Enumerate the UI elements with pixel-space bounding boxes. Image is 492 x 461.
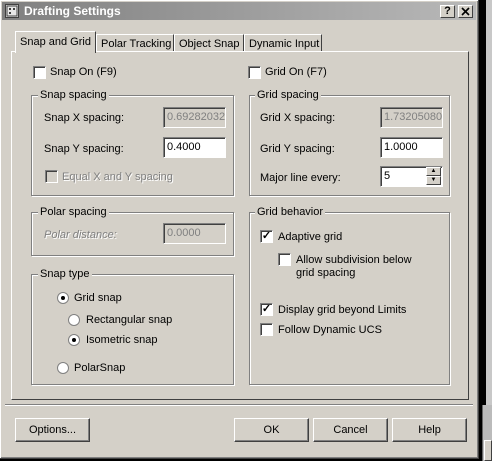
button-separator: [5, 404, 473, 406]
snap-on-label[interactable]: Snap On (F9): [50, 66, 117, 78]
tab-snap-and-grid[interactable]: Snap and Grid: [15, 31, 96, 53]
ok-button[interactable]: OK: [234, 418, 309, 442]
snap-on-checkbox[interactable]: [33, 66, 46, 79]
follow-dynamic-ucs-checkbox[interactable]: [260, 323, 273, 336]
grid-x-field[interactable]: 1.73205080: [380, 107, 443, 128]
dialog-title: Drafting Settings: [24, 4, 121, 18]
snap-spacing-legend: Snap spacing: [38, 89, 109, 101]
drafting-settings-dialog: Drafting Settings ? Snap and Grid Polar …: [0, 0, 479, 459]
rectangular-snap-label[interactable]: Rectangular snap: [86, 314, 172, 326]
snap-x-label: Snap X spacing:: [44, 112, 125, 124]
grid-spacing-legend: Grid spacing: [255, 89, 321, 101]
grid-snap-label[interactable]: Grid snap: [74, 292, 122, 304]
adaptive-grid-label[interactable]: Adaptive grid: [278, 231, 342, 243]
major-line-label: Major line every:: [260, 172, 341, 184]
spin-up-icon[interactable]: ▲: [426, 167, 441, 176]
tab-polar-tracking[interactable]: Polar Tracking: [96, 34, 174, 52]
window-backdrop: [478, 0, 486, 461]
equal-xy-checkbox[interactable]: [45, 170, 58, 183]
polar-distance-label: Polar distance:: [44, 229, 117, 241]
grid-x-label: Grid X spacing:: [260, 112, 336, 124]
isometric-snap-label[interactable]: Isometric snap: [86, 334, 158, 346]
close-icon: [461, 7, 470, 16]
title-bar[interactable]: Drafting Settings ?: [2, 2, 476, 20]
spin-down-icon[interactable]: ▼: [426, 176, 441, 185]
polarsnap-radio[interactable]: [57, 362, 69, 374]
allow-subdivision-checkbox[interactable]: [278, 253, 291, 266]
follow-dynamic-ucs-label[interactable]: Follow Dynamic UCS: [278, 324, 382, 336]
background-window-edge: [486, 0, 492, 461]
adaptive-grid-checkbox[interactable]: ✓: [260, 230, 273, 243]
background-scrollbar-thumb[interactable]: [484, 440, 492, 461]
help-title-button[interactable]: ?: [440, 5, 455, 18]
allow-subdivision-label-line2[interactable]: grid spacing: [296, 267, 355, 279]
grid-on-label[interactable]: Grid On (F7): [265, 66, 327, 78]
display-beyond-limits-label[interactable]: Display grid beyond Limits: [278, 304, 406, 316]
major-line-spinner[interactable]: ▲ ▼: [426, 167, 441, 186]
cancel-button[interactable]: Cancel: [313, 418, 388, 442]
snap-y-field[interactable]: 0.4000: [163, 137, 226, 158]
grid-y-field[interactable]: 1.0000: [380, 137, 443, 158]
allow-subdivision-label-line1[interactable]: Allow subdivision below: [296, 254, 412, 266]
options-button[interactable]: Options...: [15, 418, 90, 442]
equal-xy-label[interactable]: Equal X and Y spacing: [62, 171, 173, 183]
snap-x-field[interactable]: 0.69282032: [163, 107, 226, 128]
drafting-settings-icon: [5, 4, 19, 18]
tab-object-snap[interactable]: Object Snap: [174, 34, 244, 52]
grid-on-checkbox[interactable]: [248, 66, 261, 79]
grid-behavior-legend: Grid behavior: [255, 206, 326, 218]
rectangular-snap-radio[interactable]: [68, 314, 80, 326]
close-title-button[interactable]: [458, 5, 473, 18]
tab-dynamic-input[interactable]: Dynamic Input: [244, 34, 322, 52]
snap-y-label: Snap Y spacing:: [44, 143, 124, 155]
polar-spacing-legend: Polar spacing: [38, 206, 109, 218]
isometric-snap-radio[interactable]: [68, 334, 80, 346]
snap-type-legend: Snap type: [38, 268, 92, 280]
polarsnap-label[interactable]: PolarSnap: [74, 362, 125, 374]
help-button[interactable]: Help: [392, 418, 467, 442]
display-beyond-limits-checkbox[interactable]: ✓: [260, 303, 273, 316]
polar-distance-field[interactable]: 0.0000: [163, 223, 226, 244]
grid-snap-radio[interactable]: [57, 292, 69, 304]
grid-y-label: Grid Y spacing:: [260, 143, 335, 155]
